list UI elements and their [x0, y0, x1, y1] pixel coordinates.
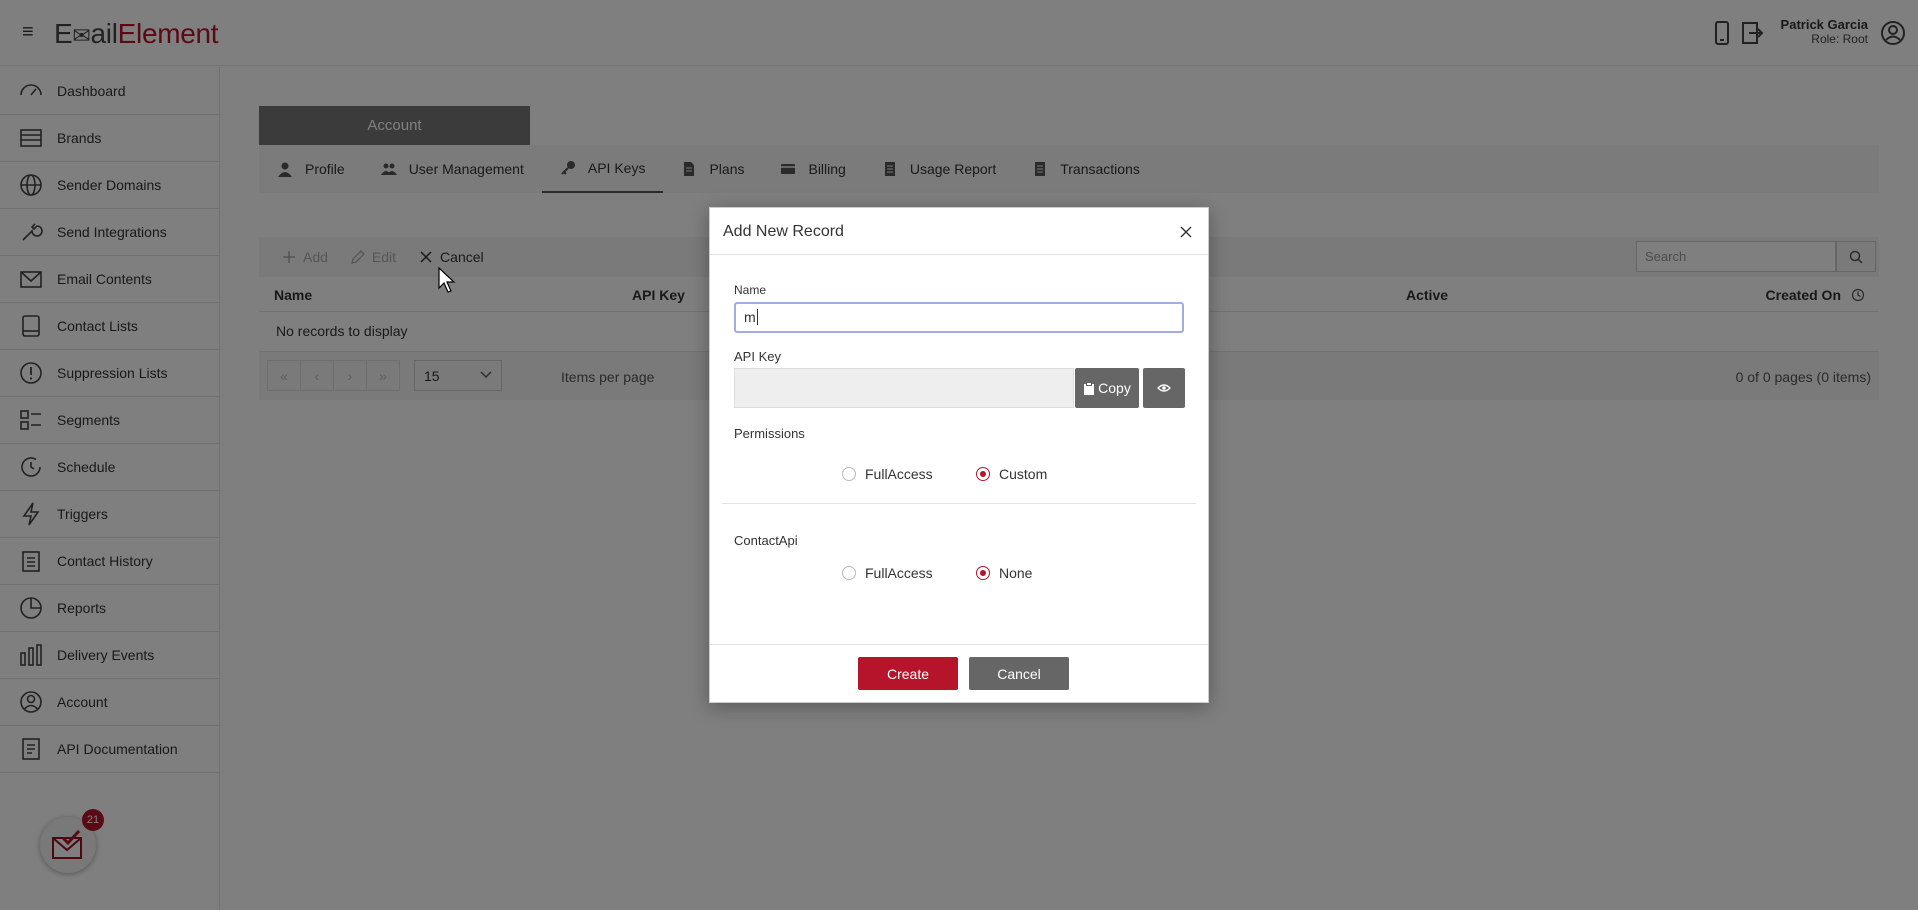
copy-button[interactable]: Copy — [1075, 368, 1139, 408]
divider — [710, 254, 1208, 255]
radio-indicator — [842, 566, 856, 580]
radio-indicator-selected — [976, 566, 990, 580]
mouse-cursor-icon — [438, 267, 456, 293]
contactapi-none-radio[interactable]: None — [976, 565, 1032, 581]
name-field[interactable]: m — [734, 302, 1184, 333]
divider — [722, 503, 1196, 504]
create-button[interactable]: Create — [858, 657, 958, 690]
show-key-button[interactable] — [1143, 368, 1185, 408]
api-key-label: API Key — [734, 349, 781, 364]
radio-indicator — [842, 467, 856, 481]
text-caret — [756, 309, 758, 325]
name-label: Name — [734, 283, 767, 297]
contactapi-fullaccess-radio[interactable]: FullAccess — [842, 565, 933, 581]
contactapi-label: ContactApi — [734, 533, 798, 548]
radio-indicator-selected — [976, 467, 990, 481]
permissions-label: Permissions — [734, 426, 805, 441]
dialog-title: Add New Record — [723, 223, 844, 240]
clipboard-icon — [1084, 381, 1095, 395]
close-icon[interactable] — [1178, 224, 1194, 240]
divider — [710, 644, 1208, 645]
add-record-dialog: Add New Record Name m API Key Copy Permi… — [709, 207, 1209, 703]
cancel-button[interactable]: Cancel — [969, 657, 1069, 690]
eye-icon — [1157, 384, 1171, 392]
permissions-fullaccess-radio[interactable]: FullAccess — [842, 466, 933, 482]
permissions-custom-radio[interactable]: Custom — [976, 466, 1047, 482]
api-key-field[interactable] — [734, 368, 1074, 408]
